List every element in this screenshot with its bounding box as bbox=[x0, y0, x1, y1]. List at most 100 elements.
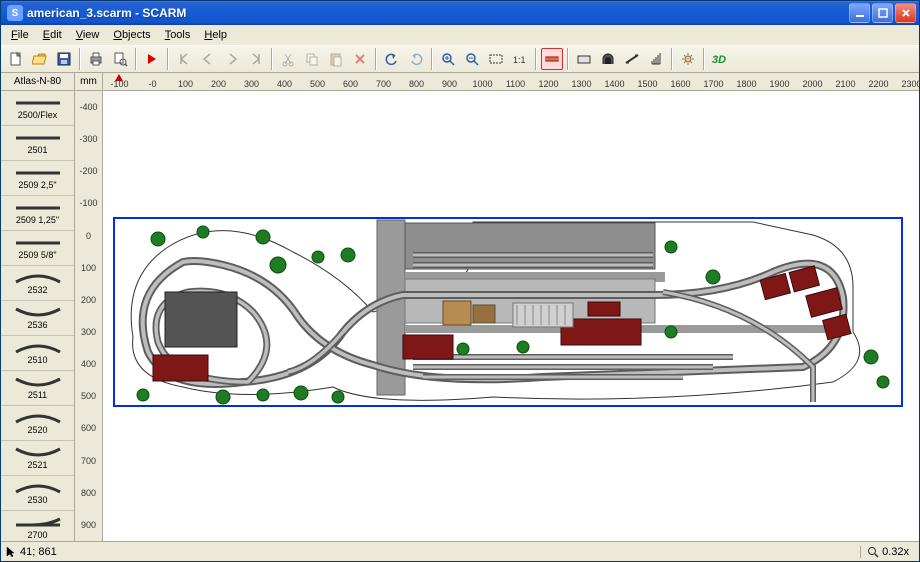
horizontal-ruler[interactable]: -100-01002003004005006007008009001000110… bbox=[103, 73, 919, 90]
ruler-tick: 1400 bbox=[598, 79, 631, 89]
zoom-one-to-one-button[interactable]: 1:1 bbox=[509, 48, 531, 70]
ruler-tick: 200 bbox=[202, 79, 235, 89]
menu-view[interactable]: View bbox=[70, 27, 106, 43]
palette-item-label: 2501 bbox=[27, 145, 47, 155]
palette-library-selector[interactable]: Atlas-N-80 bbox=[1, 73, 74, 91]
ruler-tick: -400 bbox=[75, 91, 102, 123]
ruler-tick: 300 bbox=[75, 316, 102, 348]
cut-button[interactable] bbox=[277, 48, 299, 70]
ruler-tick: 1000 bbox=[466, 79, 499, 89]
units-label[interactable]: mm bbox=[75, 73, 103, 90]
ruler-tick: 800 bbox=[75, 477, 102, 509]
track-shape-icon bbox=[14, 342, 62, 354]
svg-text:3D: 3D bbox=[712, 54, 726, 66]
save-file-button[interactable] bbox=[53, 48, 75, 70]
new-file-button[interactable] bbox=[5, 48, 27, 70]
zoom-out-button[interactable] bbox=[461, 48, 483, 70]
toolbar-separator bbox=[167, 48, 169, 70]
undo-button[interactable] bbox=[381, 48, 403, 70]
ruler-tick: 0 bbox=[75, 220, 102, 252]
open-file-button[interactable] bbox=[29, 48, 51, 70]
palette-item[interactable]: 2700 bbox=[1, 511, 74, 541]
palette-item-label: 2520 bbox=[27, 425, 47, 435]
track-shape-icon bbox=[14, 412, 62, 424]
baseboard-button[interactable] bbox=[573, 48, 595, 70]
drawing-canvas[interactable] bbox=[103, 91, 919, 541]
vertical-ruler[interactable]: -400-300-200-100010020030040050060070080… bbox=[75, 91, 103, 541]
magnifier-icon bbox=[867, 546, 879, 558]
slope-button[interactable] bbox=[621, 48, 643, 70]
toolbar-separator bbox=[431, 48, 433, 70]
palette-item[interactable]: 2511 bbox=[1, 371, 74, 406]
menu-objects[interactable]: Objects bbox=[107, 27, 156, 43]
measure-button[interactable] bbox=[541, 48, 563, 70]
ruler-tick: -300 bbox=[75, 123, 102, 155]
ruler-tick: 500 bbox=[301, 79, 334, 89]
palette-item[interactable]: 2509 1,25" bbox=[1, 196, 74, 231]
track-palette: Atlas-N-80 2500/Flex 2501 2509 2,5" 2509 1,… bbox=[1, 73, 75, 541]
print-preview-button[interactable] bbox=[109, 48, 131, 70]
zoom-fit-button[interactable] bbox=[485, 48, 507, 70]
track-shape-icon bbox=[14, 307, 62, 319]
menu-tools[interactable]: Tools bbox=[159, 27, 197, 43]
3d-view-button[interactable]: 3D bbox=[709, 48, 731, 70]
next-button[interactable] bbox=[221, 48, 243, 70]
palette-item[interactable]: 2500/Flex bbox=[1, 91, 74, 126]
paste-button[interactable] bbox=[325, 48, 347, 70]
track-shape-icon bbox=[14, 517, 62, 529]
next-end-button[interactable] bbox=[245, 48, 267, 70]
prev-end-button[interactable] bbox=[173, 48, 195, 70]
maximize-button[interactable] bbox=[872, 3, 893, 23]
copy-button[interactable] bbox=[301, 48, 323, 70]
ruler-tick: 300 bbox=[235, 79, 268, 89]
toolbar-separator bbox=[671, 48, 673, 70]
zoom-in-button[interactable] bbox=[437, 48, 459, 70]
toolbar-separator bbox=[535, 48, 537, 70]
palette-item[interactable]: 2536 bbox=[1, 301, 74, 336]
ruler-tick: 1900 bbox=[763, 79, 796, 89]
tunnel-button[interactable] bbox=[597, 48, 619, 70]
settings-button[interactable] bbox=[677, 48, 699, 70]
height-button[interactable] bbox=[645, 48, 667, 70]
track-shape-icon bbox=[14, 237, 62, 249]
palette-item[interactable]: 2532 bbox=[1, 266, 74, 301]
status-zoom[interactable]: 0.32x bbox=[860, 546, 915, 558]
minimize-button[interactable] bbox=[849, 3, 870, 23]
delete-button[interactable] bbox=[349, 48, 371, 70]
toolbar-separator bbox=[703, 48, 705, 70]
palette-item[interactable]: 2521 bbox=[1, 441, 74, 476]
palette-item-label: 2509 1,25" bbox=[16, 215, 59, 225]
palette-item[interactable]: 2501 bbox=[1, 126, 74, 161]
palette-item[interactable]: 2530 bbox=[1, 476, 74, 511]
ruler-tick: 100 bbox=[75, 252, 102, 284]
palette-item-label: 2509 2,5" bbox=[18, 180, 56, 190]
ruler-tick: 1100 bbox=[499, 79, 532, 89]
ruler-tick: 1600 bbox=[664, 79, 697, 89]
track-shape-icon bbox=[14, 447, 62, 459]
ruler-tick: 900 bbox=[75, 509, 102, 541]
print-button[interactable] bbox=[85, 48, 107, 70]
palette-item[interactable]: 2509 2,5" bbox=[1, 161, 74, 196]
ruler-tick: -100 bbox=[103, 79, 136, 89]
cursor-icon bbox=[5, 546, 17, 558]
menu-file[interactable]: FFileile bbox=[5, 27, 35, 43]
ruler-tick: 800 bbox=[400, 79, 433, 89]
prev-button[interactable] bbox=[197, 48, 219, 70]
palette-item[interactable]: 2520 bbox=[1, 406, 74, 441]
toolbar: 1:1 3D bbox=[1, 45, 919, 73]
ruler-tick: 1700 bbox=[697, 79, 730, 89]
ruler-tick: -0 bbox=[136, 79, 169, 89]
palette-item-label: 2536 bbox=[27, 320, 47, 330]
palette-item[interactable]: 2510 bbox=[1, 336, 74, 371]
status-bar: 41; 861 0.32x bbox=[1, 541, 919, 561]
app-icon: S bbox=[7, 5, 23, 21]
palette-item[interactable]: 2509 5/8" bbox=[1, 231, 74, 266]
ruler-tick: 400 bbox=[268, 79, 301, 89]
redo-button[interactable] bbox=[405, 48, 427, 70]
start-point-button[interactable] bbox=[141, 48, 163, 70]
menu-edit[interactable]: Edit bbox=[37, 27, 68, 43]
palette-item-label: 2521 bbox=[27, 460, 47, 470]
ruler-tick: -100 bbox=[75, 187, 102, 219]
close-button[interactable] bbox=[895, 3, 916, 23]
menu-help[interactable]: Help bbox=[198, 27, 233, 43]
